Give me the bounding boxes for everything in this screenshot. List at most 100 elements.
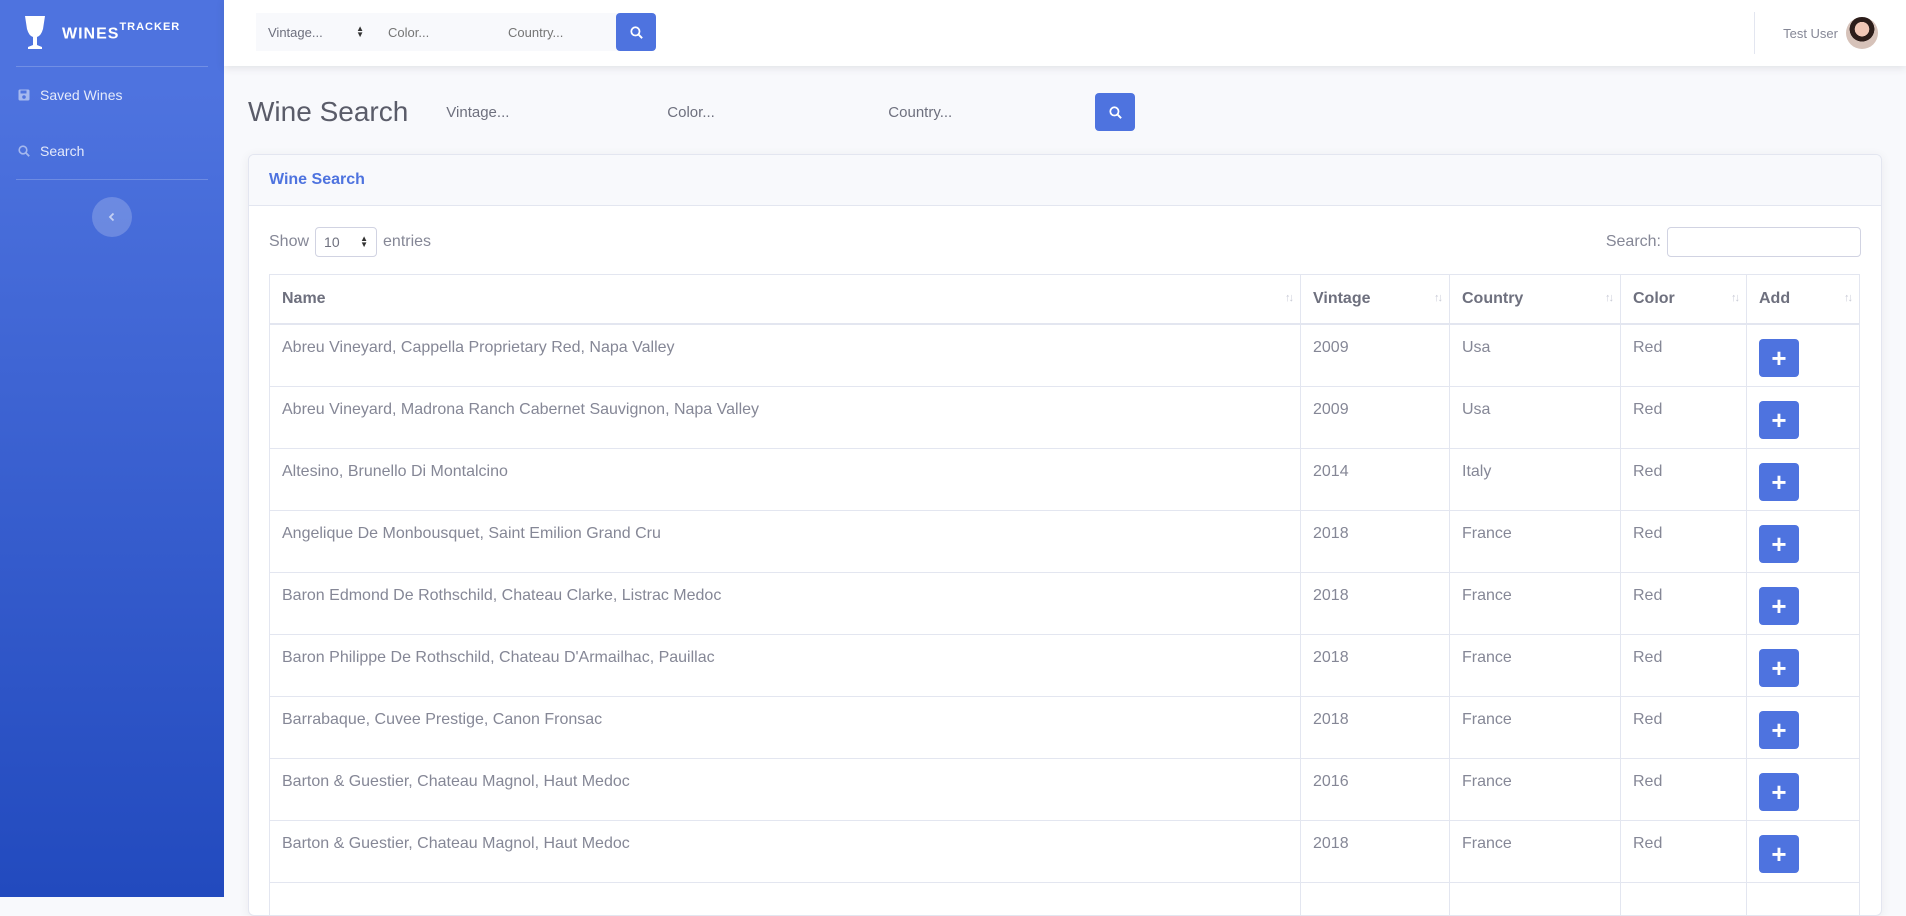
brand-link[interactable]: WINESTRACKER <box>0 0 224 66</box>
search-icon <box>18 145 30 157</box>
add-wine-button[interactable]: + <box>1759 400 1799 439</box>
cell-color: Red <box>1620 509 1747 573</box>
table-header-row: Name ↑↓ Vintage ↑↓ Country ↑↓ Color ↑↓ Add ↑↓ <box>269 274 1860 325</box>
cell-color: Red <box>1620 695 1747 759</box>
column-header-color[interactable]: Color ↑↓ <box>1620 274 1747 325</box>
sort-icon: ↑↓ <box>1434 292 1443 304</box>
sidebar-toggle-button[interactable] <box>92 197 132 237</box>
topbar-country-input[interactable] <box>496 13 616 51</box>
table-row: Barton & Guestier, Chateau Magnol, Haut … <box>269 757 1860 821</box>
add-wine-button[interactable]: + <box>1759 834 1799 873</box>
cell-name: Baron Edmond De Rothschild, Chateau Clar… <box>269 571 1301 635</box>
cell-vintage: 2018 <box>1300 571 1450 635</box>
sort-icon: ↑↓ <box>1605 292 1614 304</box>
cell-vintage: 2018 <box>1300 633 1450 697</box>
add-wine-button[interactable]: + <box>1759 648 1799 687</box>
cell-vintage: 2009 <box>1300 323 1450 387</box>
page-length-select[interactable]: 10 ▲ ▼ <box>315 227 378 257</box>
add-wine-button[interactable]: + <box>1759 339 1799 377</box>
topbar-vintage-select[interactable]: Vintage... ▲ ▼ <box>256 13 376 51</box>
cell-name: Barton & Guestier, Chateau Magnol, Haut … <box>269 819 1301 883</box>
table-search-input[interactable] <box>1667 227 1861 257</box>
chevron-left-icon <box>108 212 115 222</box>
add-wine-button[interactable]: + <box>1759 772 1799 811</box>
entries-label: entries <box>383 233 432 250</box>
table-row <box>269 881 1860 915</box>
cell-name: Barrabaque, Cuvee Prestige, Canon Fronsa… <box>269 695 1301 759</box>
heading-search-button[interactable] <box>1095 93 1136 131</box>
search-icon <box>629 25 643 39</box>
table-row: Altesino, Brunello Di Montalcino 2014 It… <box>269 447 1860 511</box>
column-header-add[interactable]: Add ↑↓ <box>1746 274 1860 325</box>
table-row: Baron Philippe De Rothschild, Chateau D'… <box>269 633 1860 697</box>
page-title: Wine Search <box>248 96 409 127</box>
cell-name: Altesino, Brunello Di Montalcino <box>269 447 1301 511</box>
cell-vintage: 2018 <box>1300 509 1450 573</box>
cell-country: Usa <box>1449 385 1621 449</box>
table-row: Angelique De Monbousquet, Saint Emilion … <box>269 509 1860 573</box>
wine-search-card: Wine Search Show 10 ▲ ▼ entries Search: N… <box>248 154 1882 916</box>
cell-color: Red <box>1620 447 1747 511</box>
sidebar-item-search[interactable]: Search <box>0 123 224 179</box>
cell-name: Baron Philippe De Rothschild, Chateau D'… <box>269 633 1301 697</box>
heading-country-input[interactable]: Country... <box>874 93 1095 131</box>
cell-color: Red <box>1620 757 1747 821</box>
heading-vintage-input[interactable]: Vintage... <box>432 93 653 131</box>
add-wine-button[interactable]: + <box>1759 462 1799 501</box>
search-icon <box>1109 105 1122 119</box>
topbar-color-input[interactable] <box>376 13 496 51</box>
cell-color: Red <box>1620 571 1747 635</box>
user-name: Test User <box>1783 25 1838 41</box>
sidebar-item-label: Saved Wines <box>40 87 123 103</box>
cell-add <box>1746 881 1860 915</box>
sort-icon: ↑↓ <box>1844 292 1853 304</box>
topbar-divider <box>1754 12 1756 54</box>
column-header-name[interactable]: Name ↑↓ <box>269 274 1301 325</box>
sidebar-item-saved-wines[interactable]: Saved Wines <box>0 67 224 123</box>
table-row: Abreu Vineyard, Madrona Ranch Cabernet S… <box>269 385 1860 449</box>
column-header-vintage[interactable]: Vintage ↑↓ <box>1300 274 1450 325</box>
topbar: Vintage... ▲▼ Test User <box>224 0 1906 66</box>
cell-country: Usa <box>1449 323 1621 387</box>
heading-color-input[interactable]: Color... <box>653 93 874 131</box>
show-label: Show <box>269 233 310 250</box>
page-length-value: 10 <box>324 234 340 250</box>
column-header-country[interactable]: Country ↑↓ <box>1449 274 1621 325</box>
cell-country: France <box>1449 633 1621 697</box>
table-row: Barton & Guestier, Chateau Magnol, Haut … <box>269 819 1860 883</box>
cell-name: Barton & Guestier, Chateau Magnol, Haut … <box>269 757 1301 821</box>
table-controls: Show 10 ▲ ▼ entries Search: <box>249 206 1881 274</box>
user-menu[interactable]: Test User <box>1754 0 1906 66</box>
sort-icon: ↑↓ <box>1731 292 1740 304</box>
cell-color: Red <box>1620 819 1747 883</box>
cell-vintage <box>1300 881 1450 915</box>
cell-color <box>1620 881 1747 915</box>
topbar-search-form: Vintage... ▲ ▼ <box>256 13 656 51</box>
save-icon <box>18 89 30 101</box>
sidebar-divider <box>16 179 208 180</box>
table-row: Baron Edmond De Rothschild, Chateau Clar… <box>269 571 1860 635</box>
table-search: Search: <box>1606 227 1861 257</box>
cell-name: Abreu Vineyard, Madrona Ranch Cabernet S… <box>269 385 1301 449</box>
wine-table: Name ↑↓ Vintage ↑↓ Country ↑↓ Color ↑↓ Add ↑↓… <box>269 274 1860 915</box>
sidebar: WINESTRACKER Saved Wines Search <box>0 0 224 897</box>
cell-name: Angelique De Monbousquet, Saint Emilion … <box>269 509 1301 573</box>
select-arrows-icon: ▲ ▼ <box>360 234 369 249</box>
cell-name <box>269 881 1301 915</box>
cell-country: France <box>1449 509 1621 573</box>
cell-name: Abreu Vineyard, Cappella Proprietary Red… <box>269 323 1301 387</box>
search-label: Search: <box>1605 233 1661 250</box>
sort-icon: ↑↓ <box>1285 292 1294 304</box>
add-wine-button[interactable]: + <box>1759 524 1799 563</box>
cell-color: Red <box>1620 323 1747 387</box>
cell-vintage: 2018 <box>1300 695 1450 759</box>
cell-vintage: 2016 <box>1300 757 1450 821</box>
add-wine-button[interactable]: + <box>1759 710 1799 749</box>
wine-glass-icon <box>25 16 45 49</box>
table-body: Abreu Vineyard, Cappella Proprietary Red… <box>269 323 1860 915</box>
add-wine-button[interactable]: + <box>1759 586 1799 625</box>
avatar[interactable] <box>1846 17 1878 49</box>
topbar-search-button[interactable] <box>616 13 656 51</box>
topbar-vintage-placeholder: Vintage... <box>268 24 323 40</box>
table-row: Abreu Vineyard, Cappella Proprietary Red… <box>269 323 1860 387</box>
